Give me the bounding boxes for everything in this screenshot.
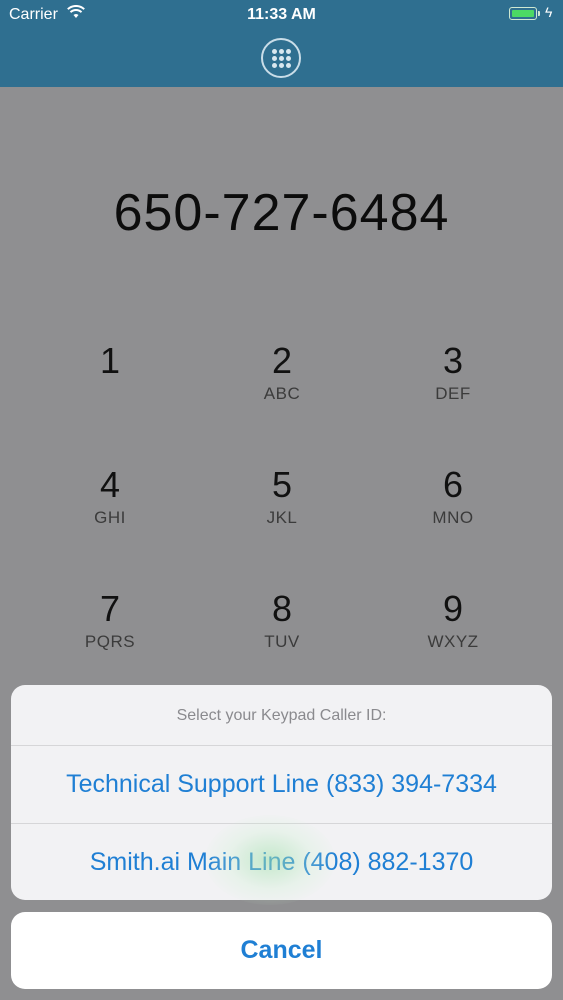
keypad-grid-icon[interactable] (261, 38, 301, 78)
key-letters: DEF (435, 384, 471, 403)
caller-id-action-sheet: Select your Keypad Caller ID: Technical … (11, 685, 552, 900)
key-digit: 8 (271, 588, 293, 629)
key-digit: 6 (442, 464, 464, 505)
key-digit: 4 (99, 464, 121, 505)
key-digit: 9 (442, 588, 464, 629)
key-1[interactable]: 1 (50, 341, 170, 384)
key-digit: 7 (99, 588, 121, 629)
battery-icon (509, 7, 540, 20)
key-8[interactable]: 8 TUV (222, 589, 342, 652)
key-letters: ABC (263, 384, 301, 403)
key-6[interactable]: 6 MNO (393, 465, 513, 528)
cancel-button[interactable]: Cancel (11, 912, 552, 989)
key-letters: PQRS (84, 632, 136, 651)
key-digit: 3 (442, 340, 464, 381)
action-sheet-title: Select your Keypad Caller ID: (11, 685, 552, 746)
dialed-number: 650-727-6484 (113, 184, 450, 242)
key-2[interactable]: 2 ABC (222, 341, 342, 404)
key-9[interactable]: 9 WXYZ (393, 589, 513, 652)
status-time: 11:33 AM (247, 6, 316, 23)
key-letters: TUV (264, 632, 300, 651)
option-technical-support-line[interactable]: Technical Support Line (833) 394-7334 (11, 746, 552, 824)
key-5[interactable]: 5 JKL (222, 465, 342, 528)
key-digit: 2 (271, 340, 293, 381)
key-3[interactable]: 3 DEF (393, 341, 513, 404)
status-bar: Carrier 11:33 AM ϟ (0, 0, 563, 30)
key-letters: MNO (432, 508, 474, 527)
key-letters: JKL (266, 508, 298, 527)
option-smith-ai-main-line[interactable]: Smith.ai Main Line (408) 882-1370 (11, 824, 552, 900)
key-7[interactable]: 7 PQRS (50, 589, 170, 652)
app-header: Carrier 11:33 AM ϟ (0, 0, 563, 87)
charging-bolt-icon: ϟ (545, 4, 553, 20)
key-4[interactable]: 4 GHI (50, 465, 170, 528)
key-letters: GHI (94, 508, 126, 527)
key-letters: WXYZ (427, 632, 479, 651)
key-digit: 1 (99, 340, 121, 381)
key-digit: 5 (271, 464, 293, 505)
